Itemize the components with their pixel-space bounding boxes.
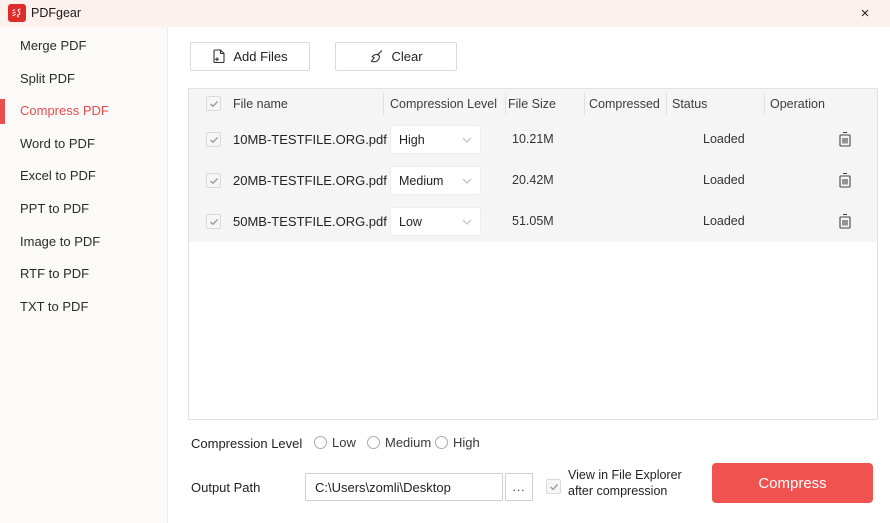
sidebar-item-rtf-to-pdf[interactable]: RTF to PDF [0, 258, 167, 291]
table-row: 20MB-TESTFILE.ORG.pdf Medium 20.42M Load… [189, 160, 877, 201]
radio-high[interactable]: High [435, 435, 480, 450]
pdfgear-window: PDFgear × Merge PDF Split PDF Compress P… [0, 0, 890, 523]
add-files-label: Add Files [233, 49, 288, 64]
sidebar-item-excel-to-pdf[interactable]: Excel to PDF [0, 160, 167, 193]
broom-icon [369, 49, 384, 64]
compression-level-dropdown[interactable]: Medium [390, 166, 481, 195]
sidebar-item-merge-pdf[interactable]: Merge PDF [0, 30, 167, 63]
select-all-checkbox[interactable] [206, 96, 221, 111]
clear-button[interactable]: Clear [335, 42, 457, 71]
clear-label: Clear [391, 49, 423, 64]
radio-circle-icon [314, 436, 327, 449]
app-title: PDFgear [31, 6, 82, 20]
file-size: 10.21M [512, 132, 554, 146]
status-text: Loaded [703, 214, 745, 228]
radio-circle-icon [435, 436, 448, 449]
active-indicator-bar [0, 99, 5, 124]
header-compressed: Compressed [589, 97, 660, 111]
compression-level-dropdown[interactable]: Low [390, 207, 481, 236]
file-table: File name Compression Level File Size Co… [188, 88, 878, 420]
file-size: 51.05M [512, 214, 554, 228]
file-size: 20.42M [512, 173, 554, 187]
header-divider [666, 93, 667, 115]
status-text: Loaded [703, 132, 745, 146]
sidebar-item-compress-pdf[interactable]: Compress PDF [0, 95, 167, 128]
delete-icon[interactable] [837, 131, 853, 148]
compression-level-label: Compression Level [191, 436, 303, 451]
file-name: 20MB-TESTFILE.ORG.pdf [233, 173, 387, 188]
titlebar: PDFgear × [0, 0, 890, 27]
header-compression-level: Compression Level [390, 97, 497, 111]
header-divider [764, 93, 765, 115]
main-panel: Add Files Clear File name Compression Le… [168, 27, 890, 523]
table-header: File name Compression Level File Size Co… [189, 89, 877, 119]
view-in-explorer-checkbox[interactable] [546, 479, 561, 494]
browse-button[interactable]: ... [505, 473, 533, 501]
header-divider [584, 93, 585, 115]
sidebar-item-split-pdf[interactable]: Split PDF [0, 63, 167, 96]
header-status: Status [672, 97, 708, 111]
compress-button[interactable]: Compress [712, 463, 873, 503]
status-text: Loaded [703, 173, 745, 187]
chevron-down-icon [462, 178, 472, 184]
delete-icon[interactable] [837, 213, 853, 230]
table-row: 10MB-TESTFILE.ORG.pdf High 10.21M Loaded [189, 119, 877, 160]
file-name: 10MB-TESTFILE.ORG.pdf [233, 132, 387, 147]
radio-circle-icon [367, 436, 380, 449]
sidebar-item-txt-to-pdf[interactable]: TXT to PDF [0, 291, 167, 324]
view-in-explorer-label: View in File Explorer after compression [568, 468, 682, 498]
pdfgear-logo-icon [8, 4, 26, 22]
header-operation: Operation [770, 97, 825, 111]
radio-low[interactable]: Low [314, 435, 356, 450]
close-icon[interactable]: × [848, 0, 882, 27]
add-files-button[interactable]: Add Files [190, 42, 310, 71]
chevron-down-icon [462, 137, 472, 143]
header-divider [383, 93, 384, 115]
sidebar-item-ppt-to-pdf[interactable]: PPT to PDF [0, 193, 167, 226]
output-path-label: Output Path [191, 480, 261, 495]
header-file-size: File Size [508, 97, 556, 111]
header-file-name: File name [233, 97, 288, 111]
row-checkbox[interactable] [206, 173, 221, 188]
chevron-down-icon [462, 219, 472, 225]
delete-icon[interactable] [837, 172, 853, 189]
radio-medium[interactable]: Medium [367, 435, 431, 450]
sidebar-item-image-to-pdf[interactable]: Image to PDF [0, 226, 167, 259]
row-checkbox[interactable] [206, 132, 221, 147]
sidebar-item-word-to-pdf[interactable]: Word to PDF [0, 128, 167, 161]
header-divider [505, 93, 506, 115]
add-file-icon [212, 49, 226, 64]
sidebar: Merge PDF Split PDF Compress PDF Word to… [0, 27, 168, 523]
output-path-input[interactable] [305, 473, 503, 501]
file-name: 50MB-TESTFILE.ORG.pdf [233, 214, 387, 229]
row-checkbox[interactable] [206, 214, 221, 229]
table-row: 50MB-TESTFILE.ORG.pdf Low 51.05M Loaded [189, 201, 877, 242]
compression-level-dropdown[interactable]: High [390, 125, 481, 154]
